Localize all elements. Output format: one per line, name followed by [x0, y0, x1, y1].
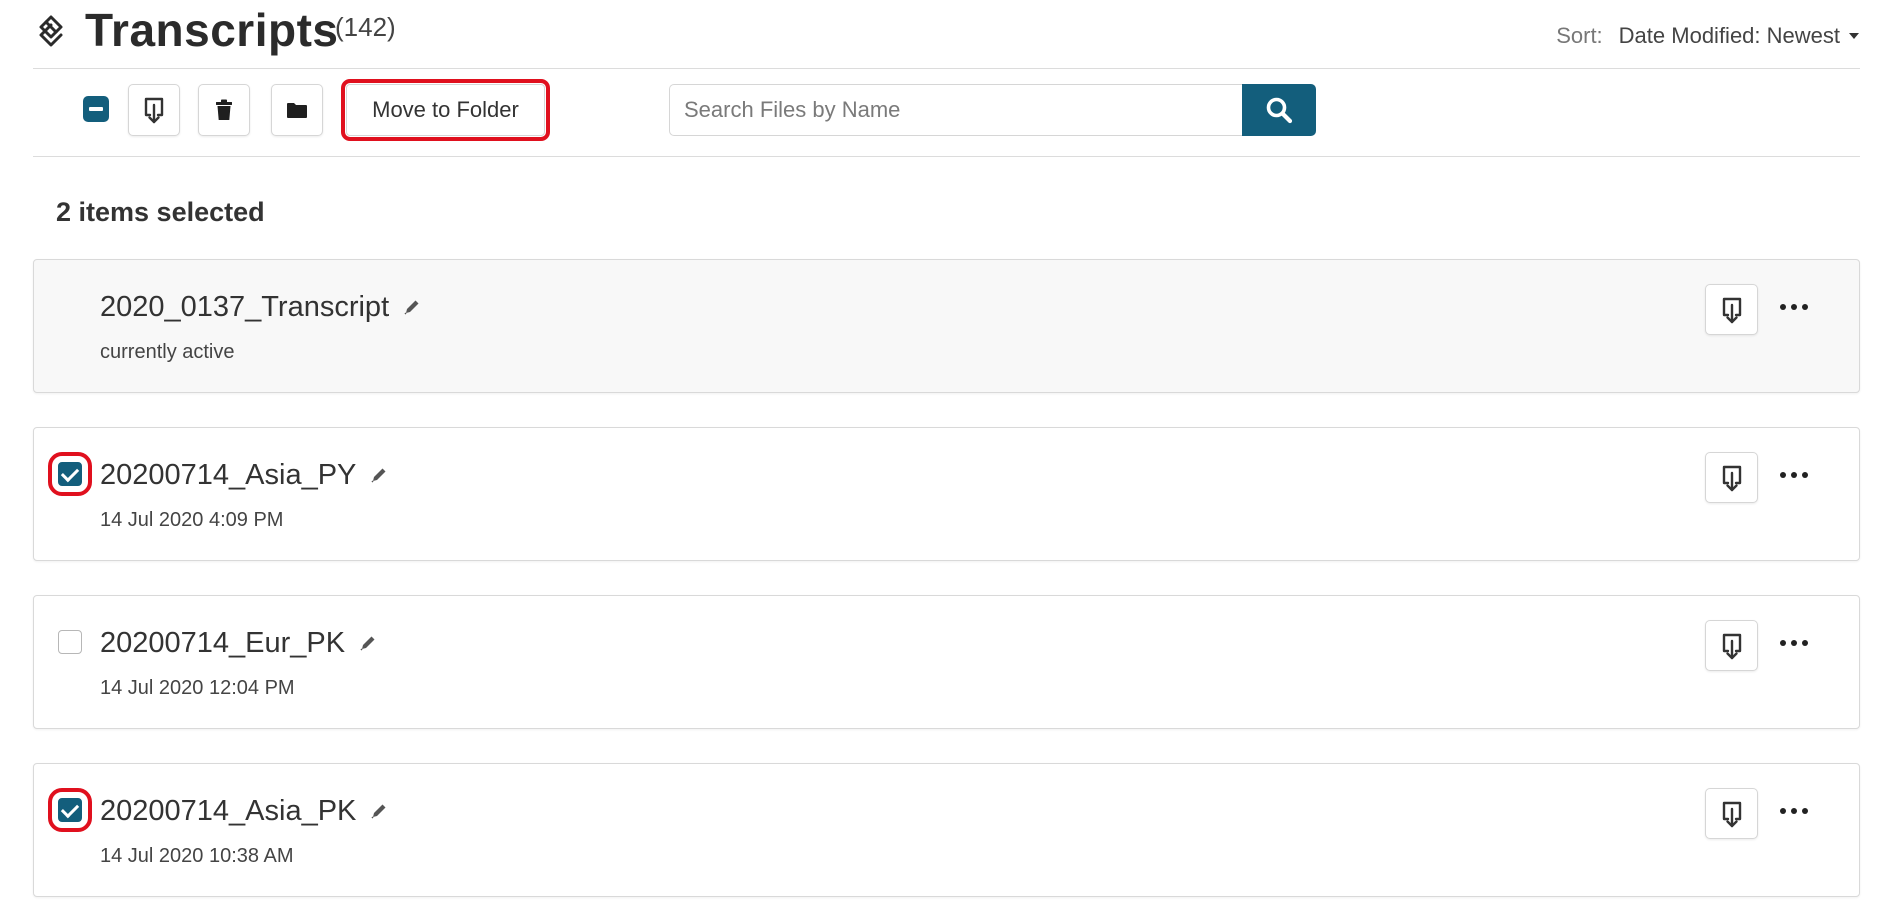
- caret-down-icon[interactable]: [1848, 32, 1860, 40]
- download-icon: [1721, 296, 1743, 324]
- sort-label: Sort:: [1556, 23, 1603, 48]
- download-icon: [1721, 800, 1743, 828]
- file-name-text: 2020_0137_Transcript: [100, 291, 390, 323]
- file-name: 2020_0137_Transcript: [100, 290, 421, 324]
- file-name: 20200714_Asia_PY: [100, 458, 388, 492]
- selection-count: 2 items selected: [56, 197, 265, 227]
- delete-selected-button[interactable]: [198, 84, 250, 136]
- sort-control[interactable]: Sort: Date Modified: Newest: [1556, 22, 1860, 50]
- download-icon: [143, 96, 165, 124]
- file-name-text: 20200714_Eur_PK: [100, 627, 346, 659]
- file-name-text: 20200714_Asia_PK: [100, 795, 357, 827]
- ellipsis-icon: [1779, 471, 1809, 479]
- file-download-button[interactable]: [1705, 788, 1758, 839]
- search-input[interactable]: [669, 84, 1242, 136]
- bulk-action-toolbar: Move to Folder: [33, 68, 1860, 157]
- file-download-button[interactable]: [1705, 452, 1758, 503]
- file-date: 14 Jul 2020 10:38 AM: [100, 845, 294, 867]
- row-checkbox[interactable]: [48, 788, 92, 832]
- file-row[interactable]: 2020_0137_Transcript currently active: [33, 259, 1860, 393]
- search-icon: [1265, 96, 1293, 124]
- sort-dropdown[interactable]: Date Modified: Newest: [1619, 22, 1840, 50]
- file-row[interactable]: 20200714_Eur_PK 14 Jul 2020 12:04 PM: [33, 595, 1860, 729]
- move-to-folder-button[interactable]: Move to Folder: [341, 79, 550, 141]
- folder-icon: [286, 102, 308, 119]
- ellipsis-icon: [1779, 639, 1809, 647]
- file-name: 20200714_Eur_PK: [100, 626, 377, 660]
- file-date: 14 Jul 2020 4:09 PM: [100, 509, 284, 531]
- row-checkbox[interactable]: [58, 630, 82, 654]
- search-button[interactable]: [1242, 84, 1316, 136]
- more-options-button[interactable]: [1774, 460, 1814, 490]
- file-date: 14 Jul 2020 12:04 PM: [100, 677, 295, 699]
- download-icon: [1721, 464, 1743, 492]
- file-status: currently active: [100, 341, 235, 363]
- download-icon: [1721, 632, 1743, 660]
- file-download-button[interactable]: [1705, 284, 1758, 335]
- transcript-logo-icon: [37, 14, 65, 48]
- more-options-button[interactable]: [1774, 292, 1814, 322]
- ellipsis-icon: [1779, 303, 1809, 311]
- file-name: 20200714_Asia_PK: [100, 794, 388, 828]
- file-download-button[interactable]: [1705, 620, 1758, 671]
- select-all-checkbox[interactable]: [83, 96, 109, 122]
- transcripts-page: Transcripts (142) Sort: Date Modified: N…: [0, 0, 1892, 905]
- pencil-icon[interactable]: [370, 802, 388, 820]
- pencil-icon[interactable]: [370, 466, 388, 484]
- more-options-button[interactable]: [1774, 796, 1814, 826]
- file-row[interactable]: 20200714_Asia_PY 14 Jul 2020 4:09 PM: [33, 427, 1860, 561]
- page-header: Transcripts (142) Sort: Date Modified: N…: [33, 0, 1860, 69]
- more-options-button[interactable]: [1774, 628, 1814, 658]
- row-checkbox[interactable]: [48, 452, 92, 496]
- item-count: (142): [335, 12, 396, 42]
- folder-button[interactable]: [271, 84, 323, 136]
- file-name-text: 20200714_Asia_PY: [100, 459, 357, 491]
- pencil-icon[interactable]: [403, 298, 421, 316]
- trash-icon: [215, 99, 233, 121]
- ellipsis-icon: [1779, 807, 1809, 815]
- page-title: Transcripts: [85, 4, 339, 56]
- file-row[interactable]: 20200714_Asia_PK 14 Jul 2020 10:38 AM: [33, 763, 1860, 897]
- pencil-icon[interactable]: [359, 634, 377, 652]
- download-selected-button[interactable]: [128, 84, 180, 136]
